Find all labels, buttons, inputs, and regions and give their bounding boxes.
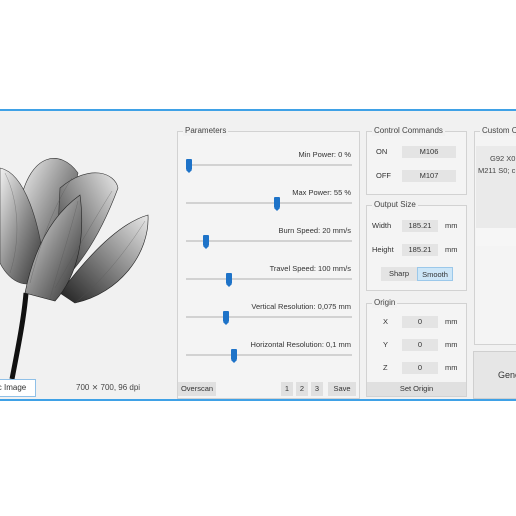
y-label: Y	[383, 340, 389, 349]
slider-track[interactable]	[186, 159, 352, 173]
output-size-title: Output Size	[372, 200, 418, 210]
custom-command-line: M211 S0; c	[478, 166, 516, 175]
width-label: Width	[372, 221, 392, 230]
preset-1-button[interactable]: 1	[281, 382, 293, 396]
off-command-field[interactable]: M107	[402, 170, 456, 182]
control-commands-title: Control Commands	[372, 126, 445, 136]
parameters-title: Parameters	[183, 126, 229, 136]
save-button[interactable]: Save	[328, 382, 356, 396]
off-label: OFF	[376, 171, 391, 180]
slider-thumb[interactable]	[226, 273, 233, 287]
preset-2-button[interactable]: 2	[296, 382, 308, 396]
overscan-button[interactable]: Overscan	[178, 382, 216, 396]
open-image-button[interactable]: c Image	[0, 379, 36, 397]
slider-label: Travel Speed: 100 mm/s	[269, 264, 351, 273]
slider-track[interactable]	[186, 235, 352, 249]
slider-label: Vertical Resolution: 0,075 mm	[251, 302, 351, 311]
x-label: X	[383, 317, 389, 326]
slider-thumb[interactable]	[231, 349, 238, 363]
slider-track[interactable]	[186, 311, 352, 325]
image-info-text: 700 ⨯ 700, 96 dpi	[76, 383, 141, 392]
lotus-flower-image	[0, 158, 149, 379]
slider-thumb[interactable]	[222, 311, 229, 325]
z-unit: mm	[445, 363, 458, 372]
y-field[interactable]: 0	[402, 339, 438, 351]
slider-thumb[interactable]	[202, 235, 209, 249]
x-field[interactable]: 0	[402, 316, 438, 328]
slider-track[interactable]	[186, 197, 352, 211]
z-label: Z	[383, 363, 388, 372]
slider-thumb[interactable]	[186, 159, 193, 173]
parameters-group: Parameters Min Power: 0 % Max Power: 55 %…	[177, 126, 360, 399]
custom-commands-title: Custom Co	[480, 126, 516, 136]
slider-label: Max Power: 55 %	[292, 188, 351, 197]
output-size-group: Output Size Width 185.21 mm Height 185.2…	[366, 200, 467, 291]
slider-thumb[interactable]	[274, 197, 281, 211]
slider-label: Burn Speed: 20 mm/s	[278, 226, 351, 235]
height-label: Height	[372, 245, 394, 254]
y-unit: mm	[445, 340, 458, 349]
width-field[interactable]: 185.21	[402, 220, 438, 232]
slider-track[interactable]	[186, 273, 352, 287]
set-origin-button[interactable]: Set Origin	[367, 382, 466, 396]
custom-commands-group: Custom Co G92 X0 M211 S0; c	[474, 126, 516, 345]
height-field[interactable]: 185.21	[402, 244, 438, 256]
origin-title: Origin	[372, 298, 398, 308]
on-command-field[interactable]: M106	[402, 146, 456, 158]
custom-commands-row	[476, 228, 516, 246]
smooth-toggle[interactable]: Smooth	[417, 267, 453, 281]
control-commands-group: Control Commands ON M106 OFF M107	[366, 126, 467, 195]
x-unit: mm	[445, 317, 458, 326]
app-window: c Image 700 ⨯ 700, 96 dpi Parameters Min…	[0, 109, 516, 401]
on-label: ON	[376, 147, 388, 156]
origin-group: Origin X 0 mm Y 0 mm Z 0 mm Set Origin	[366, 298, 467, 397]
preset-3-button[interactable]: 3	[311, 382, 323, 396]
height-unit: mm	[445, 245, 458, 254]
custom-command-line: G92 X0	[490, 154, 516, 163]
slider-label: Min Power: 0 %	[298, 150, 351, 159]
generate-button[interactable]: Gene	[473, 351, 516, 399]
image-preview	[0, 143, 168, 379]
sharp-toggle[interactable]: Sharp	[381, 267, 417, 281]
slider-label: Horizontal Resolution: 0,1 mm	[250, 340, 351, 349]
slider-track[interactable]	[186, 349, 352, 363]
width-unit: mm	[445, 221, 458, 230]
z-field[interactable]: 0	[402, 362, 438, 374]
